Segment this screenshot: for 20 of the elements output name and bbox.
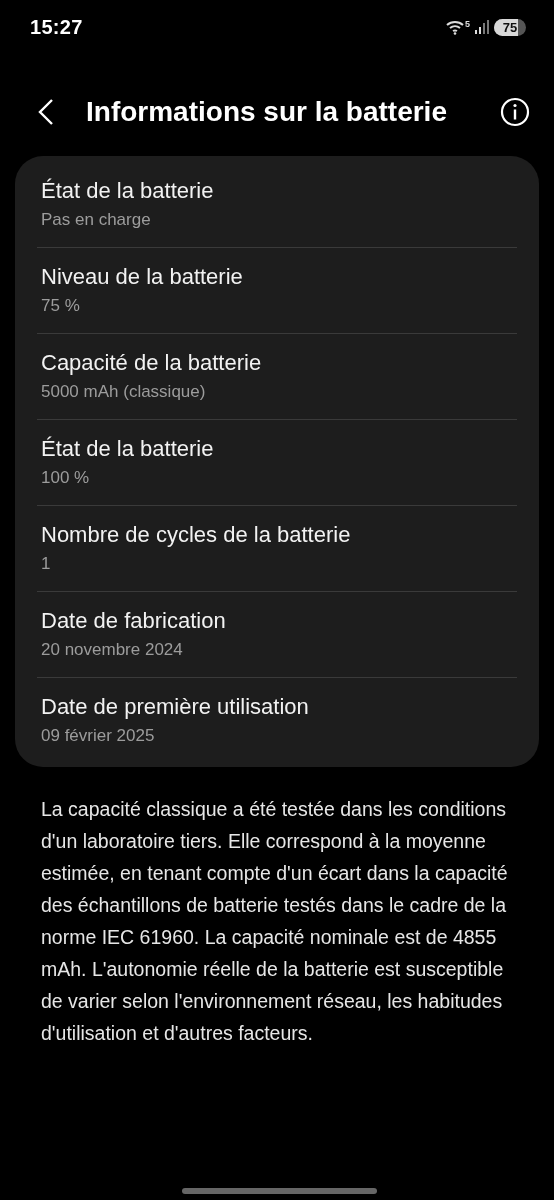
item-title: État de la batterie	[41, 436, 215, 462]
battery-indicator: 75	[494, 18, 526, 36]
status-time: 15:27	[30, 15, 83, 39]
item-value: 5000 mAh (classique)	[41, 382, 207, 402]
item-title: Date de première utilisation	[41, 694, 310, 720]
item-title: Nombre de cycles de la batterie	[41, 522, 352, 548]
page-title: Informations sur la batterie	[86, 96, 448, 128]
item-value: Pas en charge	[41, 210, 152, 230]
item-title: Date de fabrication	[41, 608, 227, 634]
item-title: Capacité de la batterie	[41, 350, 263, 376]
item-value: 20 novembre 2024	[41, 640, 184, 660]
info-button[interactable]	[500, 97, 530, 127]
capacity-note: La capacité classique a été testée dans les conditions d'un laboratoire tiers. Elle correspond à la moyenne estimée, en tenant compte d'un écart dans la capacité des échantillons de batterie testés dans le cadre de la norme IEC 61960. La capacité nominale est de 4855 mAh. L'autonomie réelle de la batterie est susceptible de varier selon l'environnement réseau, les habitudes d'utilisation et d'autres facteurs.	[41, 797, 509, 1046]
item-value: 100 %	[41, 468, 91, 488]
signal-icon	[475, 20, 489, 34]
item-title: Niveau de la batterie	[41, 264, 244, 290]
item-value: 75 %	[41, 296, 81, 316]
item-value: 09 février 2025	[41, 726, 156, 746]
item-title: État de la batterie	[41, 178, 215, 204]
item-value: 1	[41, 554, 52, 574]
